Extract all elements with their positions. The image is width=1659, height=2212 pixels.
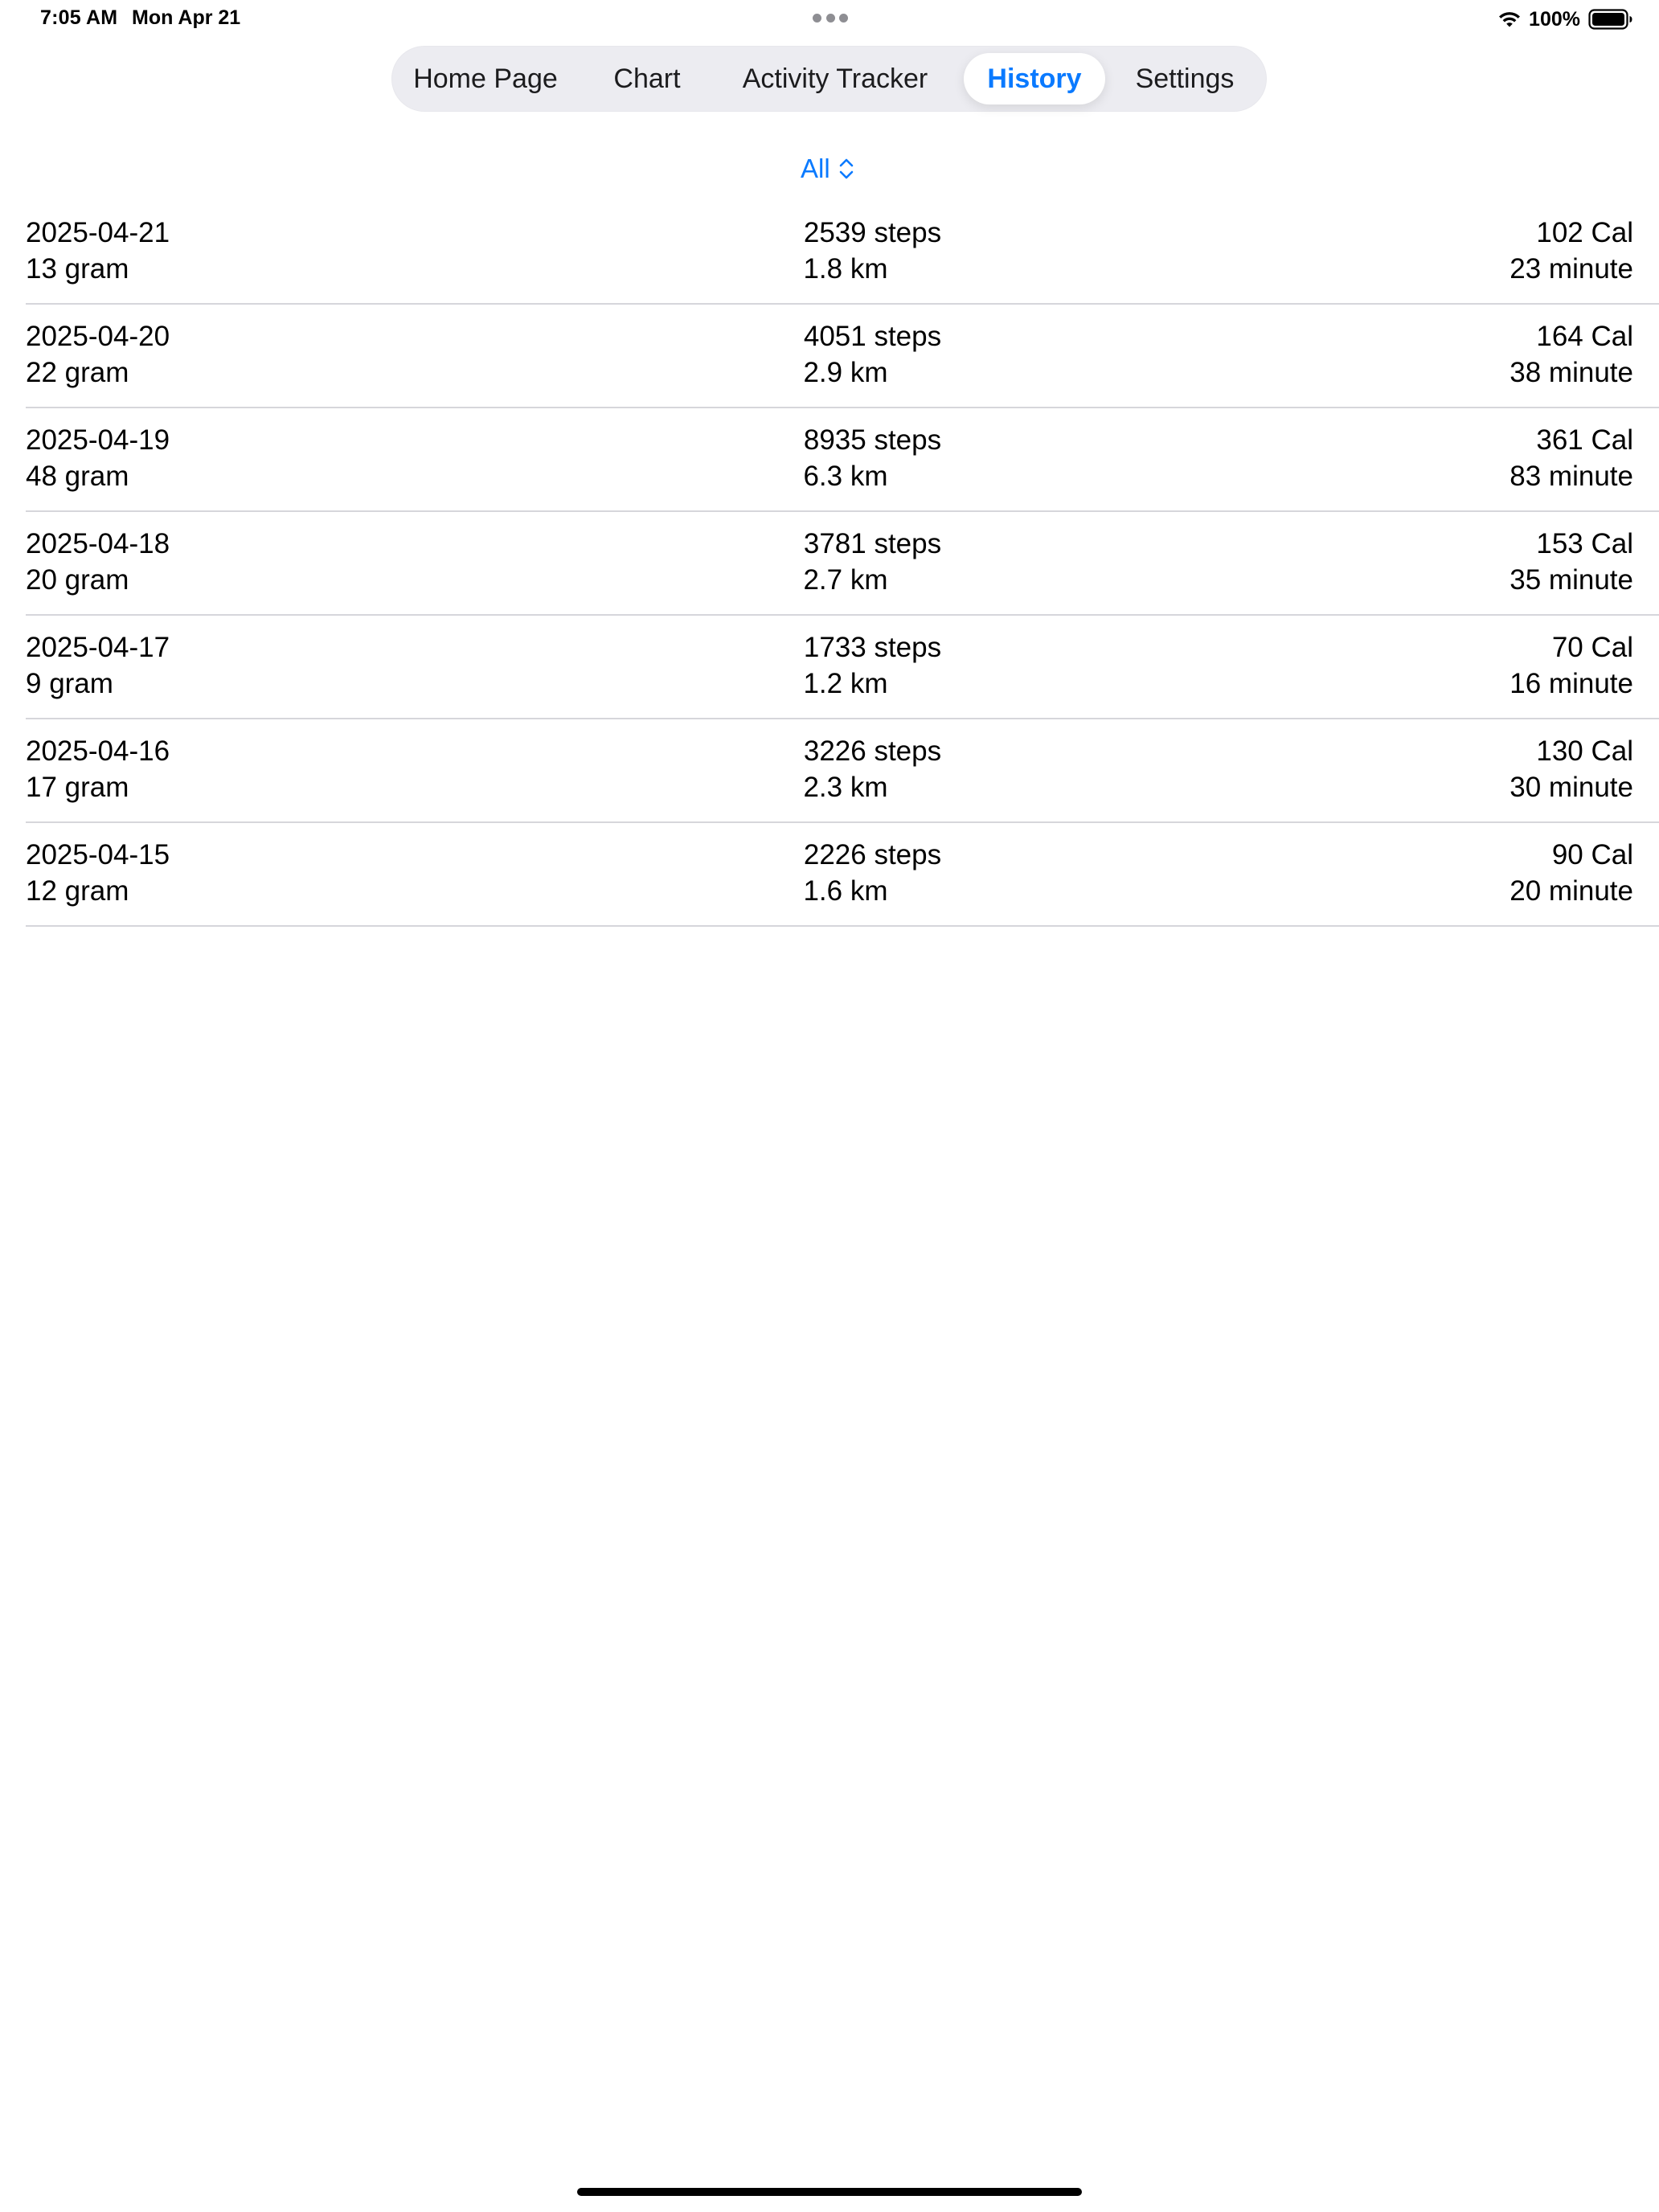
row-distance: 6.3 km xyxy=(803,461,888,492)
row-weight: 20 gram xyxy=(26,564,129,596)
status-right-group: 100% xyxy=(1497,5,1633,34)
history-row[interactable]: 2025-04-16 17 gram 3226 steps 2.3 km 130… xyxy=(26,719,1659,823)
row-weight: 13 gram xyxy=(26,253,129,285)
row-date: 2025-04-18 xyxy=(26,528,170,559)
tab-activity-tracker[interactable]: Activity Tracker xyxy=(731,53,940,104)
row-calories: 361 Cal xyxy=(1536,424,1633,456)
tab-chart[interactable]: Chart xyxy=(607,53,687,104)
tab-bar: Home Page Chart Activity Tracker History… xyxy=(391,46,1267,112)
row-distance: 1.8 km xyxy=(803,253,888,285)
row-minutes: 16 minute xyxy=(1509,668,1633,699)
status-bar: 7:05 AM Mon Apr 21 100% xyxy=(0,0,1659,40)
row-distance: 2.3 km xyxy=(803,772,888,803)
row-date: 2025-04-16 xyxy=(26,735,170,767)
row-calories: 130 Cal xyxy=(1536,735,1633,767)
filter-picker[interactable]: All xyxy=(801,151,854,186)
tab-history[interactable]: History xyxy=(964,53,1105,104)
row-weight: 48 gram xyxy=(26,461,129,492)
row-date: 2025-04-17 xyxy=(26,632,170,663)
row-date: 2025-04-15 xyxy=(26,839,170,870)
status-time: 7:05 AM xyxy=(40,6,118,29)
row-weight: 12 gram xyxy=(26,875,129,907)
history-row[interactable]: 2025-04-19 48 gram 8935 steps 6.3 km 361… xyxy=(26,408,1659,512)
row-calories: 90 Cal xyxy=(1551,839,1633,870)
row-calories: 102 Cal xyxy=(1536,217,1633,248)
home-indicator[interactable] xyxy=(577,2188,1082,2196)
row-steps: 8935 steps xyxy=(803,424,942,456)
row-weight: 17 gram xyxy=(26,772,129,803)
tab-home-page[interactable]: Home Page xyxy=(409,53,562,104)
row-distance: 1.6 km xyxy=(803,875,888,907)
battery-percentage: 100% xyxy=(1529,7,1580,31)
row-minutes: 83 minute xyxy=(1509,461,1633,492)
history-row[interactable]: 2025-04-18 20 gram 3781 steps 2.7 km 153… xyxy=(26,512,1659,616)
wifi-icon xyxy=(1499,12,1521,27)
history-row[interactable]: 2025-04-15 12 gram 2226 steps 1.6 km 90 … xyxy=(26,823,1659,927)
tab-settings[interactable]: Settings xyxy=(1124,53,1245,104)
row-steps: 2539 steps xyxy=(803,217,942,248)
row-steps: 3226 steps xyxy=(803,735,942,767)
history-row[interactable]: 2025-04-20 22 gram 4051 steps 2.9 km 164… xyxy=(26,305,1659,408)
row-weight: 9 gram xyxy=(26,668,113,699)
row-steps: 3781 steps xyxy=(803,528,942,559)
chevron-up-down-icon xyxy=(839,158,853,179)
history-list: 2025-04-21 13 gram 2539 steps 1.8 km 102… xyxy=(26,201,1659,927)
row-minutes: 20 minute xyxy=(1509,875,1633,907)
row-distance: 2.7 km xyxy=(803,564,888,596)
row-date: 2025-04-20 xyxy=(26,321,170,352)
row-steps: 1733 steps xyxy=(803,632,942,663)
row-calories: 70 Cal xyxy=(1551,632,1633,663)
row-distance: 2.9 km xyxy=(803,357,888,388)
row-minutes: 38 minute xyxy=(1509,357,1633,388)
filter-label: All xyxy=(801,154,830,183)
battery-icon xyxy=(1588,9,1632,30)
row-date: 2025-04-21 xyxy=(26,217,170,248)
row-minutes: 35 minute xyxy=(1509,564,1633,596)
row-weight: 22 gram xyxy=(26,357,129,388)
row-calories: 164 Cal xyxy=(1536,321,1633,352)
multitasking-dots-icon[interactable] xyxy=(813,14,848,23)
history-row[interactable]: 2025-04-21 13 gram 2539 steps 1.8 km 102… xyxy=(26,201,1659,305)
row-minutes: 23 minute xyxy=(1509,253,1633,285)
history-row[interactable]: 2025-04-17 9 gram 1733 steps 1.2 km 70 C… xyxy=(26,616,1659,719)
row-minutes: 30 minute xyxy=(1509,772,1633,803)
row-date: 2025-04-19 xyxy=(26,424,170,456)
status-date: Mon Apr 21 xyxy=(132,6,241,29)
row-steps: 4051 steps xyxy=(803,321,942,352)
row-distance: 1.2 km xyxy=(803,668,888,699)
row-steps: 2226 steps xyxy=(803,839,942,870)
row-calories: 153 Cal xyxy=(1536,528,1633,559)
